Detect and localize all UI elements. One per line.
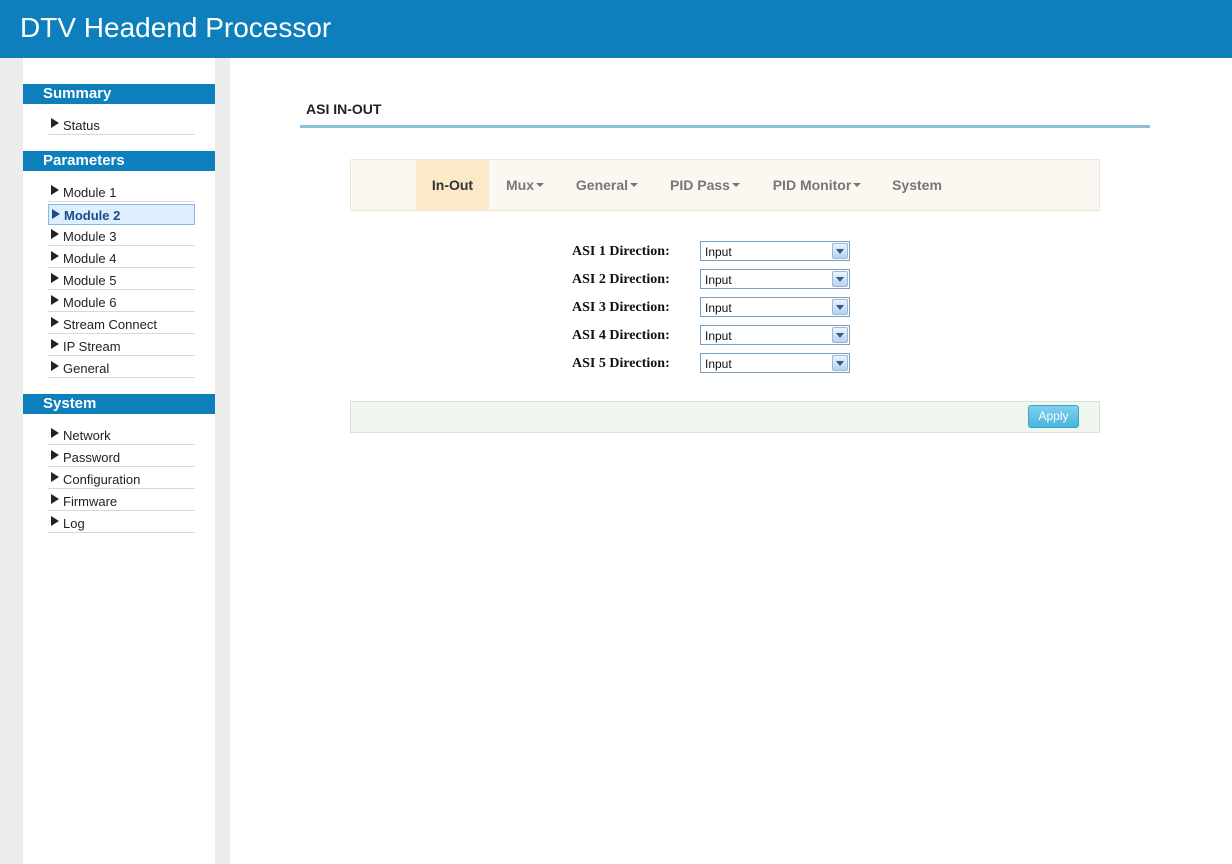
tab-label: System xyxy=(892,177,942,193)
tab-label: In-Out xyxy=(431,177,474,193)
sidebar-item-module-6[interactable]: Module 6 xyxy=(48,291,195,312)
sidebar-item-label: Module 1 xyxy=(63,184,117,200)
sidebar-item-log[interactable]: Log xyxy=(48,512,195,533)
field-label: ASI 4 Direction: xyxy=(572,328,670,343)
sidebar-item-module-4[interactable]: Module 4 xyxy=(48,247,195,268)
tab-label: Mux xyxy=(506,177,534,193)
tab-label: General xyxy=(575,177,629,193)
sidebar-item-module-1[interactable]: Module 1 xyxy=(48,181,195,202)
form-row-asi-3: ASI 3 Direction: Input xyxy=(230,297,1232,321)
sidebar-item-label: General xyxy=(63,360,110,376)
triangle-right-icon xyxy=(51,295,59,305)
sidebar-item-label: Module 4 xyxy=(63,250,117,266)
tab-pid-monitor[interactable]: PID Monitor xyxy=(763,160,871,210)
tab-general[interactable]: General xyxy=(567,160,647,210)
title-divider xyxy=(300,125,1150,128)
triangle-right-icon xyxy=(51,339,59,349)
sidebar-item-password[interactable]: Password xyxy=(48,446,195,467)
chevron-down-icon[interactable] xyxy=(832,299,848,315)
triangle-right-icon xyxy=(51,450,59,460)
sidebar-item-module-5[interactable]: Module 5 xyxy=(48,269,195,290)
triangle-right-icon xyxy=(51,361,59,371)
sidebar-item-configuration[interactable]: Configuration xyxy=(48,468,195,489)
tab-system[interactable]: System xyxy=(885,160,949,210)
triangle-right-icon xyxy=(51,516,59,526)
sidebar-item-firmware[interactable]: Firmware xyxy=(48,490,195,511)
triangle-right-icon xyxy=(51,229,59,239)
sidebar-item-label: Network xyxy=(63,427,111,443)
triangle-right-icon xyxy=(51,185,59,195)
chevron-down-icon[interactable] xyxy=(832,271,848,287)
sidebar-item-ip-stream[interactable]: IP Stream xyxy=(48,335,195,356)
asi-1-direction-select[interactable]: Input xyxy=(700,241,850,261)
caret-down-icon xyxy=(731,183,740,188)
form-row-asi-4: ASI 4 Direction: Input xyxy=(230,325,1232,349)
select-value: Input xyxy=(705,245,732,259)
triangle-right-icon xyxy=(51,428,59,438)
triangle-right-icon xyxy=(51,118,59,128)
select-value: Input xyxy=(705,273,732,287)
field-label: ASI 3 Direction: xyxy=(572,300,670,315)
sidebar-item-label: Status xyxy=(63,117,100,133)
triangle-right-icon xyxy=(51,494,59,504)
sidebar-item-stream-connect[interactable]: Stream Connect xyxy=(48,313,195,334)
form-row-asi-5: ASI 5 Direction: Input xyxy=(230,353,1232,377)
chevron-down-icon[interactable] xyxy=(832,243,848,259)
app-header: DTV Headend Processor xyxy=(0,0,1232,58)
main-content: ASI IN-OUT In-Out Mux General PID Pass P… xyxy=(230,58,1232,864)
sidebar-item-general[interactable]: General xyxy=(48,357,195,378)
tab-mux[interactable]: Mux xyxy=(493,160,557,210)
apply-button[interactable]: Apply xyxy=(1028,405,1079,428)
form-row-asi-1: ASI 1 Direction: Input xyxy=(230,241,1232,265)
sidebar-item-label: Module 2 xyxy=(64,208,121,223)
form-footer: Apply xyxy=(350,401,1100,433)
triangle-right-icon xyxy=(51,472,59,482)
sidebar-item-label: Module 6 xyxy=(63,294,117,310)
asi-5-direction-select[interactable]: Input xyxy=(700,353,850,373)
sidebar-section-parameters: Parameters xyxy=(23,151,215,171)
caret-down-icon xyxy=(536,183,544,188)
triangle-right-icon xyxy=(51,251,59,261)
chevron-down-icon[interactable] xyxy=(832,355,848,371)
sidebar-item-label: Module 3 xyxy=(63,228,117,244)
select-value: Input xyxy=(705,301,732,315)
tab-bar: In-Out Mux General PID Pass PID Monitor … xyxy=(350,159,1100,211)
sidebar-item-label: Log xyxy=(63,515,85,531)
select-value: Input xyxy=(705,329,732,343)
asi-4-direction-select[interactable]: Input xyxy=(700,325,850,345)
sidebar-item-network[interactable]: Network xyxy=(48,424,195,445)
sidebar-item-label: Stream Connect xyxy=(63,316,157,332)
sidebar-item-status[interactable]: Status xyxy=(48,114,195,135)
sidebar-item-module-3[interactable]: Module 3 xyxy=(48,225,195,246)
sidebar-item-label: Password xyxy=(63,449,121,465)
field-label: ASI 2 Direction: xyxy=(572,272,670,287)
asi-2-direction-select[interactable]: Input xyxy=(700,269,850,289)
triangle-right-icon xyxy=(51,317,59,327)
tab-label: PID Monitor xyxy=(772,177,852,193)
sidebar-item-label: Module 5 xyxy=(63,272,117,288)
select-value: Input xyxy=(705,357,732,371)
sidebar-item-module-2[interactable]: Module 2 xyxy=(48,204,195,225)
sidebar-item-label: Configuration xyxy=(63,471,141,487)
triangle-right-icon xyxy=(52,208,60,219)
caret-down-icon xyxy=(853,183,862,188)
asi-3-direction-select[interactable]: Input xyxy=(700,297,850,317)
triangle-right-icon xyxy=(51,273,59,283)
caret-down-icon xyxy=(630,183,639,188)
field-label: ASI 1 Direction: xyxy=(572,244,670,259)
sidebar-section-system: System xyxy=(23,394,215,414)
tab-pid-pass[interactable]: PID Pass xyxy=(663,160,747,210)
tab-label: PID Pass xyxy=(670,177,730,193)
tab-in-out[interactable]: In-Out xyxy=(416,160,489,210)
page-title: ASI IN-OUT xyxy=(306,101,382,117)
chevron-down-icon[interactable] xyxy=(832,327,848,343)
form-row-asi-2: ASI 2 Direction: Input xyxy=(230,269,1232,293)
sidebar-section-summary: Summary xyxy=(23,84,215,104)
sidebar-item-label: Firmware xyxy=(63,493,118,509)
app-title: DTV Headend Processor xyxy=(20,12,332,43)
field-label: ASI 5 Direction: xyxy=(572,356,670,371)
sidebar-item-label: IP Stream xyxy=(63,338,121,354)
sidebar: Summary Status Parameters Module 1 Modul… xyxy=(23,58,215,864)
